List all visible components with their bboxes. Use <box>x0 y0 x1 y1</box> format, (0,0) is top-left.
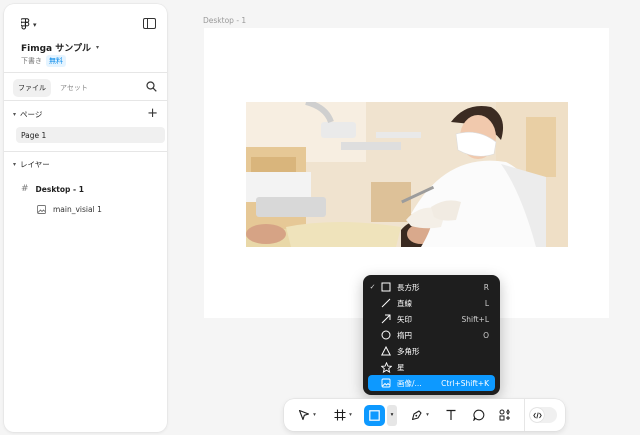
text-icon <box>446 409 456 420</box>
tab-assets[interactable]: アセット <box>55 79 93 97</box>
menu-item-shortcut: Ctrl+Shift+K <box>441 378 489 388</box>
chevron-down-icon: ▾ <box>349 412 352 418</box>
actions-icon <box>499 409 510 421</box>
frame-label[interactable]: Desktop - 1 <box>203 16 246 25</box>
layer-item-label: Desktop - 1 <box>35 184 84 194</box>
shape-tool-menu: ✓ 長方形 R 直線 L 矢印 Shift+L 楕円 O 多角形 星 画像/..… <box>363 275 500 395</box>
layers-header[interactable]: ▾ レイヤー <box>13 159 50 170</box>
panel-tabs: ファイル アセット <box>13 79 93 97</box>
bottom-toolbar: ▾ ▾ ▾ ▾ <box>284 399 565 431</box>
chevron-down-icon: ▾ <box>313 412 316 418</box>
menu-item-arrow[interactable]: 矢印 Shift+L <box>368 311 495 327</box>
layer-item-frame[interactable]: # Desktop - 1 <box>21 184 84 194</box>
move-tool-button[interactable]: ▾ <box>294 407 320 423</box>
menu-item-shortcut: Shift+L <box>461 314 489 324</box>
comment-tool-button[interactable] <box>470 407 488 423</box>
code-icon <box>532 411 542 419</box>
menu-item-label: 直線 <box>397 298 412 308</box>
menu-item-label: 矢印 <box>397 314 412 324</box>
menu-item-line[interactable]: 直線 L <box>368 295 495 311</box>
star-icon <box>380 361 392 373</box>
divider <box>4 72 167 73</box>
left-sidebar: ▾ Fimga サンプル ▾ 下書き 無料 ファイル アセット ▾ ページ + … <box>4 4 167 432</box>
rectangle-icon <box>369 409 380 421</box>
menu-item-rectangle[interactable]: ✓ 長方形 R <box>368 279 495 295</box>
arrow-icon <box>381 314 391 324</box>
pen-tool-button[interactable]: ▾ <box>406 407 434 423</box>
cursor-icon <box>299 409 310 421</box>
dev-mode-toggle[interactable] <box>529 407 557 423</box>
page-item[interactable]: Page 1 <box>16 127 165 143</box>
menu-item-polygon[interactable]: 多角形 <box>368 343 495 359</box>
file-meta: 下書き 無料 <box>21 55 66 67</box>
figma-logo-icon <box>21 18 30 30</box>
shape-tool-button[interactable] <box>364 404 385 426</box>
polygon-icon <box>381 346 391 356</box>
text-tool-button[interactable] <box>442 407 460 423</box>
menu-item-shortcut: L <box>484 298 489 308</box>
menu-item-label: 長方形 <box>397 282 420 292</box>
file-name[interactable]: Fimga サンプル ▾ <box>21 41 99 54</box>
menu-item-ellipse[interactable]: 楕円 O <box>368 327 495 343</box>
drafts-label[interactable]: 下書き <box>21 56 42 66</box>
line-icon <box>381 298 391 308</box>
add-page-icon[interactable]: + <box>147 107 158 120</box>
toolbar-divider <box>524 399 525 431</box>
layers-header-label: レイヤー <box>20 160 50 169</box>
layer-item-image[interactable]: main_visial 1 <box>37 205 102 214</box>
tab-file[interactable]: ファイル <box>13 79 51 97</box>
layer-item-label: main_visial 1 <box>53 205 102 214</box>
search-icon[interactable] <box>146 81 157 92</box>
frame-tool-button[interactable]: ▾ <box>330 407 356 423</box>
pages-header-label: ページ <box>20 110 43 119</box>
menu-item-shortcut: R <box>483 282 489 292</box>
toggle-sidebar-icon[interactable] <box>143 18 156 29</box>
chevron-down-icon: ▾ <box>33 20 37 29</box>
main-menu-button[interactable]: ▾ <box>21 18 37 31</box>
menu-item-star[interactable]: 星 <box>368 359 495 375</box>
page-item-label: Page 1 <box>21 131 47 140</box>
comment-icon <box>473 409 485 421</box>
image-icon <box>37 205 46 214</box>
divider <box>4 151 167 152</box>
pages-header[interactable]: ▾ ページ <box>13 109 42 120</box>
chevron-down-icon: ▾ <box>96 44 100 51</box>
image-icon <box>381 378 391 388</box>
menu-item-label: 楕円 <box>397 330 412 340</box>
menu-item-shortcut: O <box>483 330 489 340</box>
rectangle-icon <box>381 282 391 292</box>
ellipse-icon <box>381 330 391 340</box>
menu-item-label: 星 <box>397 362 405 372</box>
chevron-down-icon: ▾ <box>13 111 17 118</box>
chevron-down-icon: ▾ <box>390 412 394 418</box>
chevron-down-icon: ▾ <box>426 412 429 418</box>
file-header: ▾ Fimga サンプル ▾ 下書き 無料 <box>4 4 167 72</box>
menu-item-label: 多角形 <box>397 346 420 356</box>
shape-tool-dropdown[interactable]: ▾ <box>387 404 397 426</box>
frame-icon <box>334 409 346 421</box>
check-icon: ✓ <box>369 283 376 291</box>
menu-item-image[interactable]: 画像/... Ctrl+Shift+K <box>368 375 495 391</box>
frame-icon: # <box>21 184 29 194</box>
pen-icon <box>412 410 422 421</box>
divider <box>4 100 167 101</box>
plan-badge: 無料 <box>46 55 66 67</box>
main-visual-image[interactable] <box>246 102 568 247</box>
menu-item-label: 画像/... <box>397 378 422 388</box>
actions-tool-button[interactable] <box>496 407 514 423</box>
file-name-label: Fimga サンプル <box>21 44 91 54</box>
chevron-down-icon: ▾ <box>13 161 17 168</box>
